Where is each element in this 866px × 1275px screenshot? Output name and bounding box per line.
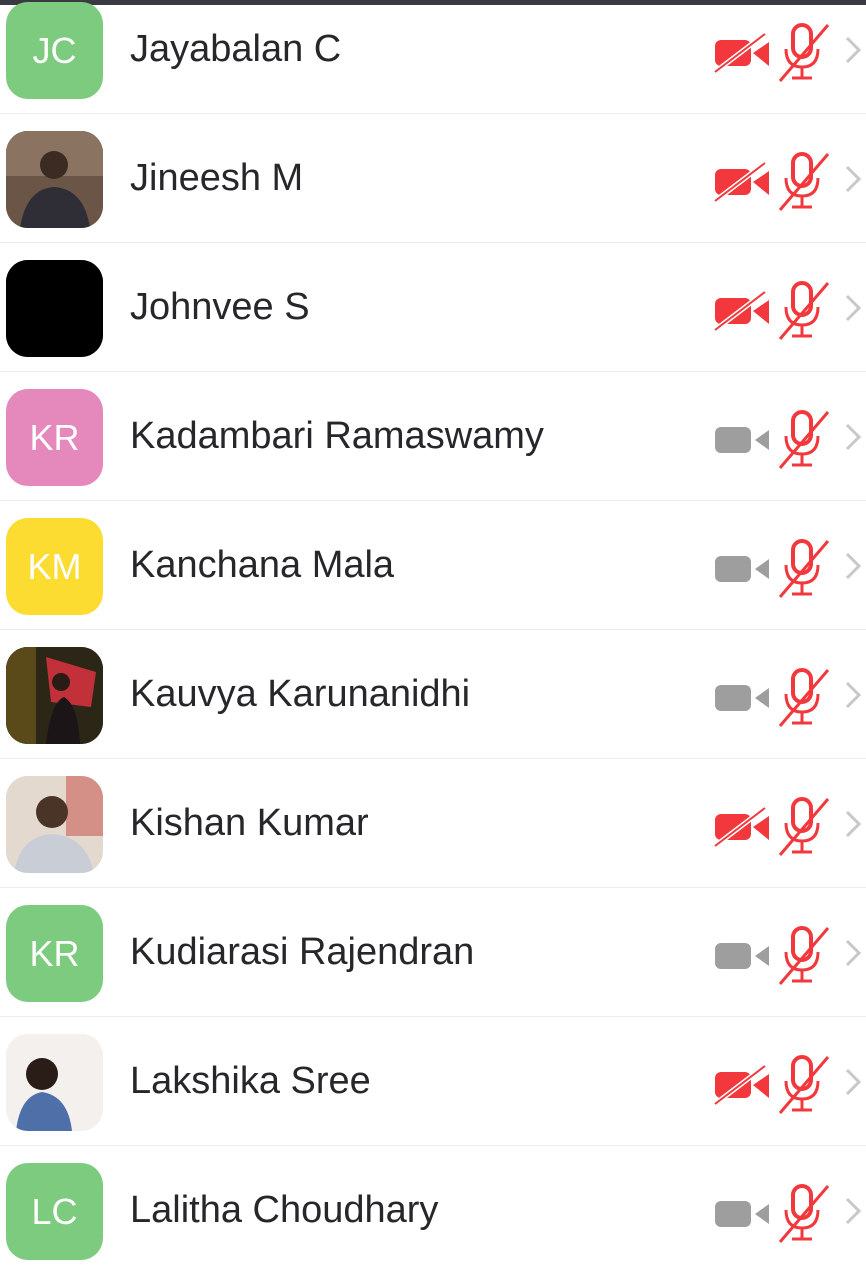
participant-row[interactable]: KM Kanchana Mala	[0, 501, 866, 630]
mic-muted-icon	[774, 150, 832, 212]
video-off-icon	[713, 804, 773, 848]
participant-row[interactable]: KR Kadambari Ramaswamy	[0, 372, 866, 501]
video-off-icon	[713, 546, 773, 590]
participant-name: Kanchana Mala	[130, 544, 395, 586]
chevron-right-icon[interactable]	[843, 938, 863, 968]
chevron-right-icon[interactable]	[843, 422, 863, 452]
avatar: LC	[6, 1163, 103, 1260]
participant-name: Kauvya Karunanidhi	[130, 673, 471, 715]
avatar: KM	[6, 518, 103, 615]
participant-row[interactable]: LC Lalitha Choudhary	[0, 1146, 866, 1275]
participant-row[interactable]: Jineesh M	[0, 114, 866, 243]
participant-name: Jineesh M	[130, 157, 304, 199]
video-off-icon	[713, 159, 773, 203]
participant-name: Kadambari Ramaswamy	[130, 415, 544, 457]
avatar-initials: LC	[31, 1190, 78, 1232]
participant-row[interactable]: Lakshika Sree	[0, 1017, 866, 1146]
participant-name: Kishan Kumar	[130, 802, 369, 844]
avatar: JC	[6, 2, 103, 99]
avatar	[6, 776, 103, 873]
chevron-right-icon[interactable]	[843, 35, 863, 65]
video-off-icon	[713, 1062, 773, 1106]
participant-list: JC Jayabalan C Jineesh M Johnvee S KR Kadamba…	[0, 0, 866, 1275]
avatar-initials: KR	[29, 932, 80, 974]
avatar: KR	[6, 905, 103, 1002]
chevron-right-icon[interactable]	[843, 1196, 863, 1226]
mic-muted-icon	[774, 21, 832, 83]
video-off-icon	[713, 933, 773, 977]
participant-row[interactable]: JC Jayabalan C	[0, 0, 866, 114]
avatar	[6, 647, 103, 744]
participant-name: Lakshika Sree	[130, 1060, 371, 1102]
chevron-right-icon[interactable]	[843, 164, 863, 194]
chevron-right-icon[interactable]	[843, 1067, 863, 1097]
avatar	[6, 260, 103, 357]
video-off-icon	[713, 675, 773, 719]
chevron-right-icon[interactable]	[843, 680, 863, 710]
avatar: KR	[6, 389, 103, 486]
mic-muted-icon	[774, 1182, 832, 1244]
participant-row[interactable]: Johnvee S	[0, 243, 866, 372]
participant-row[interactable]: Kauvya Karunanidhi	[0, 630, 866, 759]
video-off-icon	[713, 30, 773, 74]
mic-muted-icon	[774, 279, 832, 341]
chevron-right-icon[interactable]	[843, 809, 863, 839]
avatar-initials: JC	[32, 29, 77, 71]
chevron-right-icon[interactable]	[843, 551, 863, 581]
mic-muted-icon	[774, 924, 832, 986]
participant-name: Johnvee S	[130, 286, 310, 328]
video-off-icon	[713, 1191, 773, 1235]
avatar	[6, 1034, 103, 1131]
participant-name: Jayabalan C	[130, 28, 342, 70]
mic-muted-icon	[774, 537, 832, 599]
avatar	[6, 131, 103, 228]
participant-name: Lalitha Choudhary	[130, 1189, 439, 1231]
participant-name: Kudiarasi Rajendran	[130, 931, 475, 973]
avatar-initials: KR	[29, 416, 80, 458]
participant-row[interactable]: KR Kudiarasi Rajendran	[0, 888, 866, 1017]
mic-muted-icon	[774, 1053, 832, 1115]
mic-muted-icon	[774, 666, 832, 728]
avatar-initials: KM	[27, 545, 82, 587]
video-off-icon	[713, 288, 773, 332]
mic-muted-icon	[774, 795, 832, 857]
chevron-right-icon[interactable]	[843, 293, 863, 323]
mic-muted-icon	[774, 408, 832, 470]
participant-row[interactable]: Kishan Kumar	[0, 759, 866, 888]
video-off-icon	[713, 417, 773, 461]
